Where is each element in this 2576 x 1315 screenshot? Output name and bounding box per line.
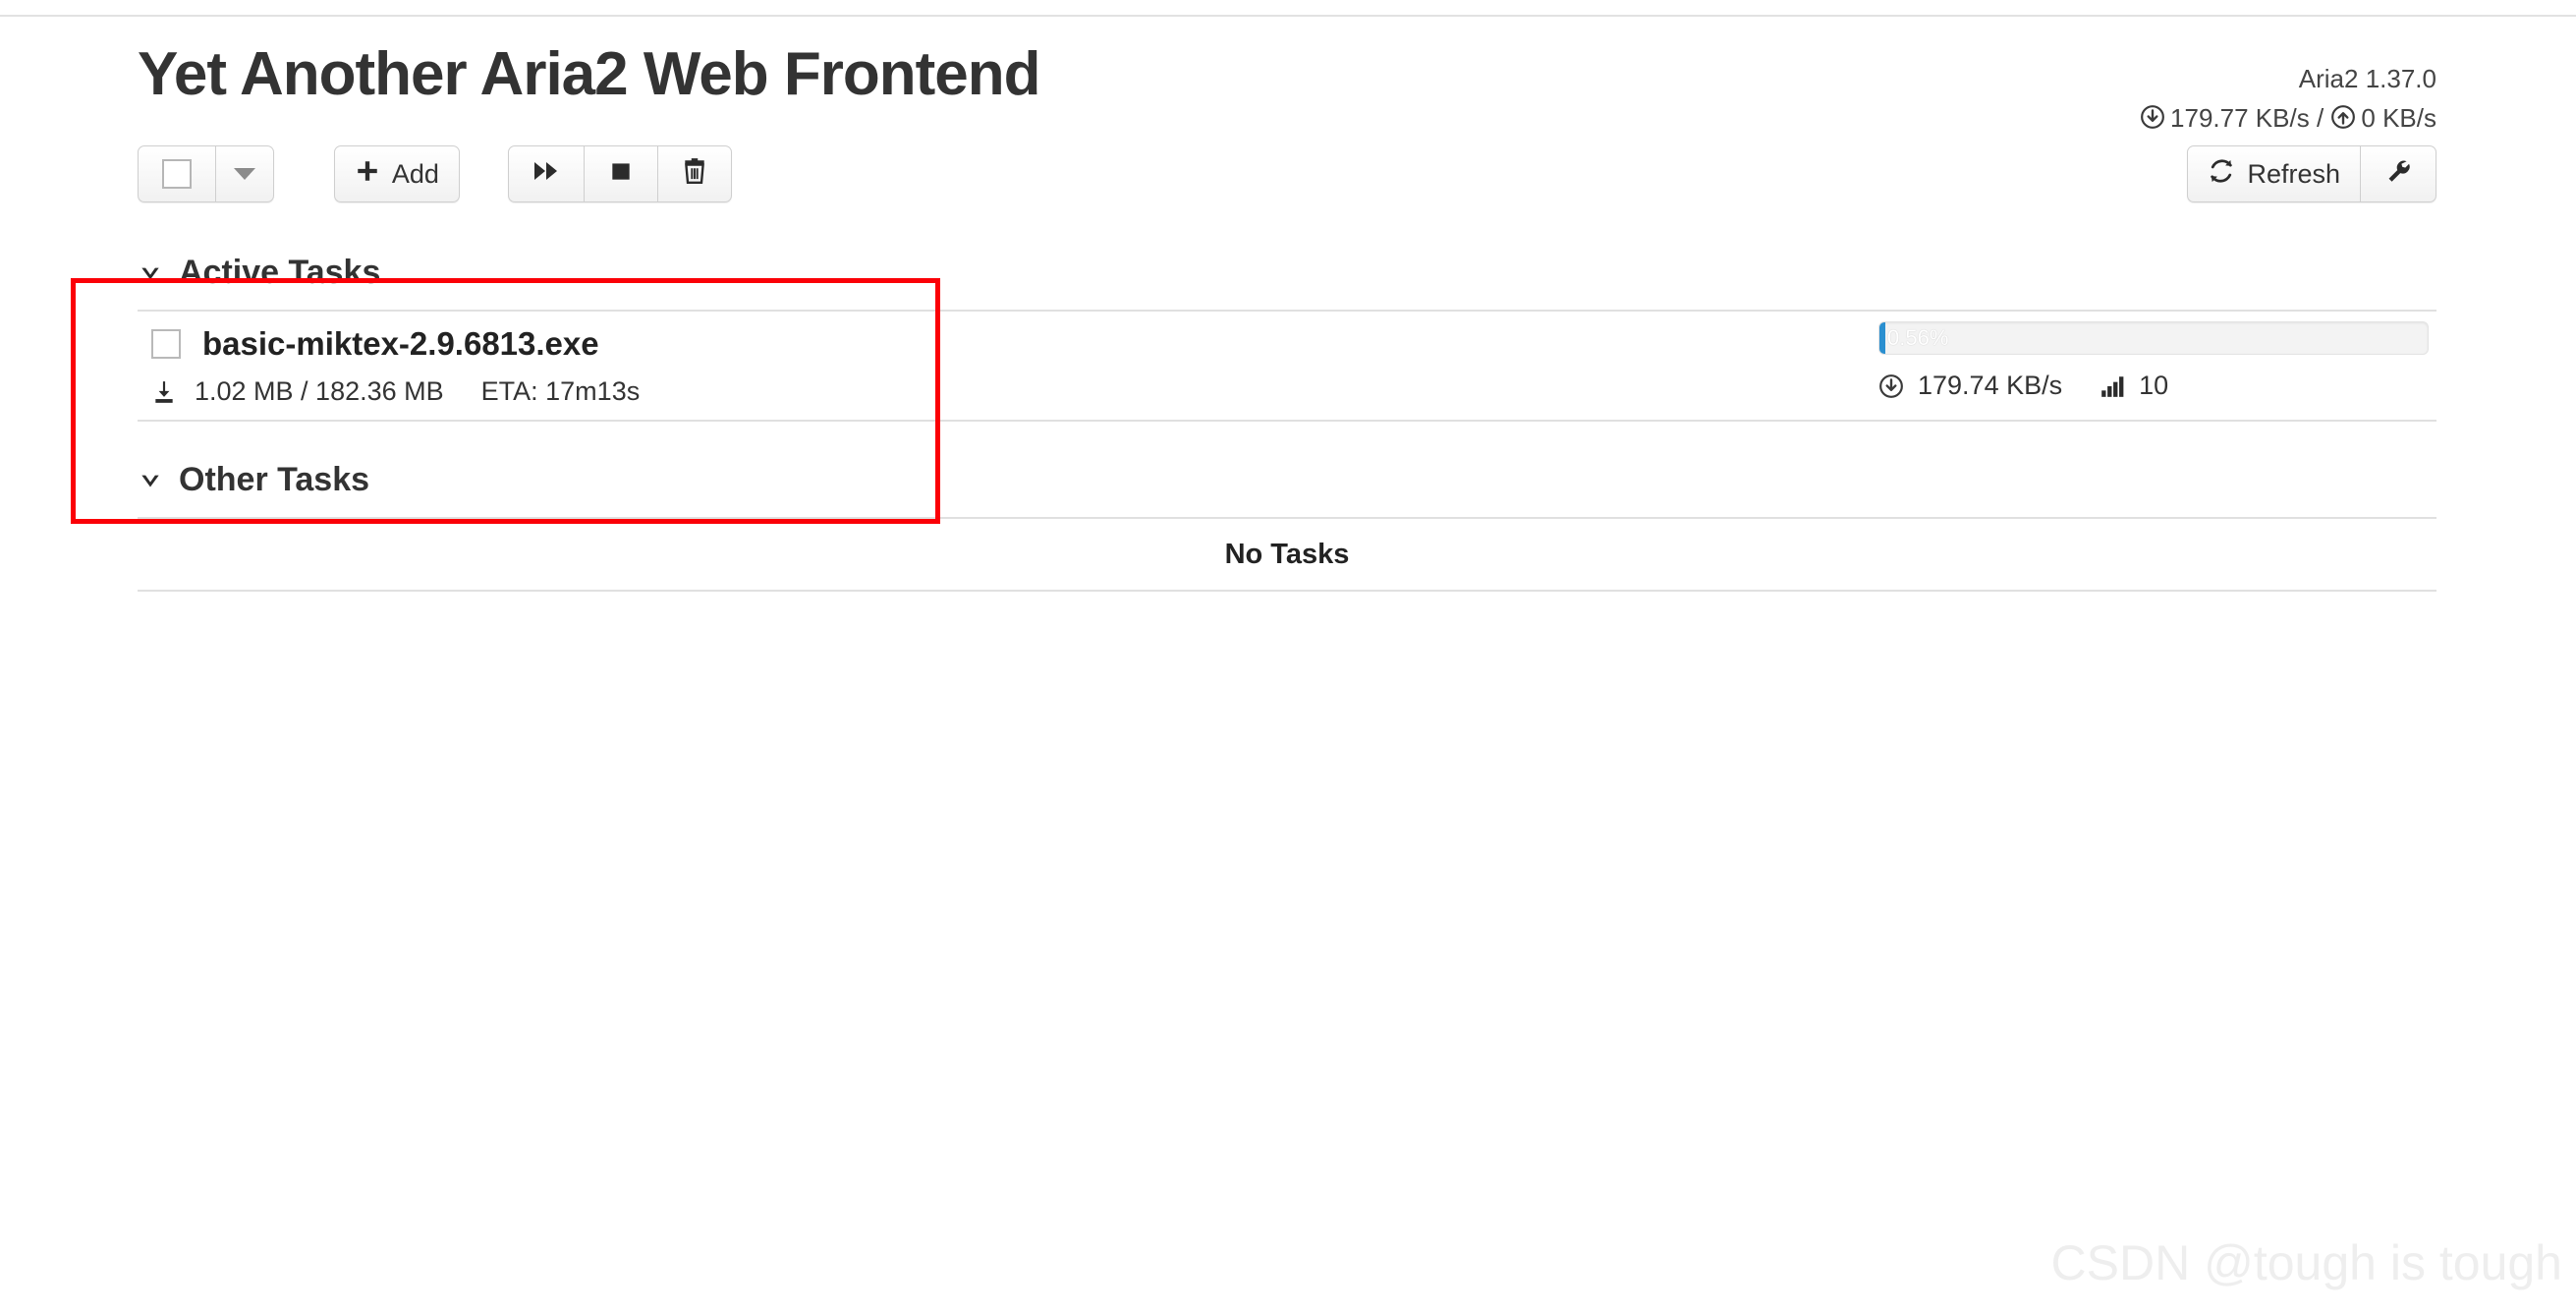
wrench-icon	[2384, 157, 2412, 192]
download-tray-icon	[151, 379, 177, 405]
other-tasks-title: Other Tasks	[179, 461, 370, 498]
speed-separator: /	[2316, 103, 2324, 134]
download-circle-icon	[1878, 373, 1904, 399]
active-tasks-section: Active Tasks basic-miktex-2.9.6813.exe 1…	[138, 254, 2436, 422]
select-dropdown-button[interactable]	[216, 145, 274, 202]
fast-forward-icon	[532, 158, 560, 191]
refresh-icon	[2208, 157, 2235, 192]
resume-tasks-button[interactable]	[507, 145, 585, 202]
no-tasks-label: No Tasks	[1224, 538, 1350, 570]
task-info: basic-miktex-2.9.6813.exe 1.02 MB / 182.…	[151, 325, 640, 407]
page-title: Yet Another Aria2 Web Frontend	[138, 40, 1040, 108]
global-speed-status: 179.77 KB/s / 0 KB/s	[2140, 100, 2436, 139]
download-circle-icon	[2140, 103, 2165, 139]
task-row[interactable]: basic-miktex-2.9.6813.exe 1.02 MB / 182.…	[138, 312, 2436, 420]
task-name: basic-miktex-2.9.6813.exe	[202, 325, 599, 362]
plus-icon	[355, 158, 380, 191]
select-all-checkbox-icon	[162, 159, 192, 189]
task-select-checkbox[interactable]	[151, 329, 181, 359]
other-tasks-header[interactable]: Other Tasks	[138, 461, 2436, 517]
caret-down-icon	[234, 168, 255, 180]
task-meta: 1.02 MB / 182.36 MB ETA: 17m13s	[151, 376, 640, 407]
global-download-speed: 179.77 KB/s	[2170, 103, 2310, 134]
chevron-down-icon	[138, 260, 163, 286]
task-actions-group	[507, 145, 732, 202]
refresh-settings-group: Refresh	[2187, 145, 2436, 202]
settings-button[interactable]	[2361, 145, 2436, 202]
stop-square-icon	[608, 158, 634, 191]
select-all-group	[138, 145, 274, 202]
header-status: Aria2 1.37.0 179.77 KB/s / 0 KB/s	[2140, 61, 2436, 140]
watermark: CSDN @tough is tough	[2050, 1235, 2562, 1290]
stop-tasks-button[interactable]	[584, 145, 658, 202]
toolbar-right-group: Refresh	[2187, 145, 2436, 202]
other-tasks-empty-row: No Tasks	[138, 519, 2436, 590]
task-stats: 179.74 KB/s 10	[1878, 371, 2429, 401]
page-container: Yet Another Aria2 Web Frontend Aria2 1.3…	[138, 0, 2436, 592]
refresh-button[interactable]: Refresh	[2187, 145, 2361, 202]
task-eta: ETA: 17m13s	[480, 376, 641, 406]
other-tasks-bottom-divider	[138, 590, 2436, 592]
active-tasks-title: Active Tasks	[179, 254, 381, 291]
task-progress-area: 0.56% 179.74 KB/s 10	[1878, 321, 2429, 401]
select-all-button[interactable]	[138, 145, 216, 202]
task-progress-label: 0.56%	[1887, 325, 1949, 350]
other-tasks-section: Other Tasks No Tasks	[138, 461, 2436, 592]
signal-bars-icon	[2100, 373, 2125, 399]
toolbar: Add Refresh	[138, 145, 2436, 214]
active-tasks-bottom-divider	[138, 420, 2436, 422]
task-progress-fill	[1879, 322, 1886, 354]
task-name-line: basic-miktex-2.9.6813.exe	[151, 325, 640, 363]
active-tasks-header[interactable]: Active Tasks	[138, 254, 2436, 310]
add-task-button[interactable]: Add	[333, 145, 460, 202]
toolbar-left-group: Add	[138, 145, 732, 202]
delete-tasks-button[interactable]	[657, 145, 732, 202]
task-size-text: 1.02 MB / 182.36 MB	[195, 376, 444, 406]
upload-circle-icon	[2330, 103, 2356, 139]
app-header: Yet Another Aria2 Web Frontend Aria2 1.3…	[138, 0, 2436, 133]
aria2-version-label: Aria2 1.37.0	[2298, 64, 2436, 93]
task-connections: 10	[2139, 371, 2169, 400]
add-task-label: Add	[391, 158, 439, 189]
chevron-down-icon	[138, 468, 163, 493]
task-download-speed: 179.74 KB/s	[1918, 371, 2063, 400]
global-upload-speed: 0 KB/s	[2361, 103, 2436, 134]
refresh-label: Refresh	[2247, 158, 2340, 189]
trash-icon	[682, 157, 707, 192]
task-progress-bar[interactable]: 0.56%	[1878, 321, 2429, 355]
